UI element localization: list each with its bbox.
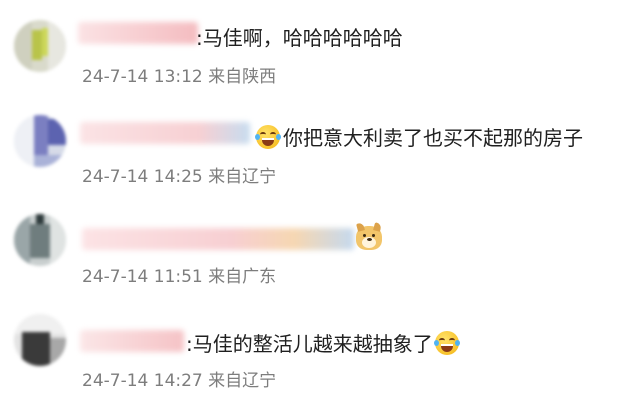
avatar[interactable] — [14, 314, 66, 366]
blurred-username[interactable] — [82, 228, 354, 250]
comment-text: 你把意大利卖了也买不起那的房子 — [283, 126, 583, 150]
doge-icon — [356, 222, 382, 250]
comment-item: 24-7-14 11:51 来自广东 — [0, 200, 640, 300]
comment-text: :马佳啊，哈哈哈哈哈哈 — [196, 26, 403, 50]
comment-meta: 24-7-14 11:51 来自广东 — [82, 262, 276, 287]
comment-time: 24-7-14 14:27 — [82, 371, 203, 391]
comment-item: :马佳啊，哈哈哈哈哈哈 24-7-14 13:12 来自陕西 — [0, 0, 640, 100]
comment-location: 来自陕西 — [208, 67, 277, 87]
comment-meta: 24-7-14 14:25 来自辽宁 — [82, 162, 276, 187]
comment-text-row: 你把意大利卖了也买不起那的房子 — [255, 122, 583, 151]
comment-location: 来自辽宁 — [208, 167, 277, 187]
comment-item: :马佳的整活儿越来越抽象了 24-7-14 14:27 来自辽宁 — [0, 300, 640, 410]
comment-location: 来自辽宁 — [208, 371, 277, 391]
comment-text-row: :马佳啊，哈哈哈哈哈哈 — [196, 22, 403, 51]
comment-item: 你把意大利卖了也买不起那的房子 24-7-14 14:25 来自辽宁 — [0, 100, 640, 200]
comment-location: 来自广东 — [208, 267, 277, 287]
comment-meta: 24-7-14 14:27 来自辽宁 — [82, 366, 276, 391]
comment-text-row — [356, 222, 382, 250]
blurred-username[interactable] — [78, 22, 198, 44]
comment-time: 24-7-14 13:12 — [82, 67, 203, 87]
avatar[interactable] — [14, 20, 66, 72]
comment-time: 24-7-14 11:51 — [82, 267, 203, 287]
blurred-username[interactable] — [80, 122, 250, 144]
comment-text-row: :马佳的整活儿越来越抽象了 — [186, 328, 460, 357]
blurred-username[interactable] — [80, 330, 184, 352]
comment-text: :马佳的整活儿越来越抽象了 — [186, 332, 433, 356]
avatar[interactable] — [14, 214, 66, 266]
laughing-with-tears-icon — [255, 124, 281, 149]
laughing-with-tears-icon — [433, 330, 460, 355]
avatar[interactable] — [14, 115, 66, 167]
comment-time: 24-7-14 14:25 — [82, 167, 203, 187]
comment-meta: 24-7-14 13:12 来自陕西 — [82, 62, 276, 87]
